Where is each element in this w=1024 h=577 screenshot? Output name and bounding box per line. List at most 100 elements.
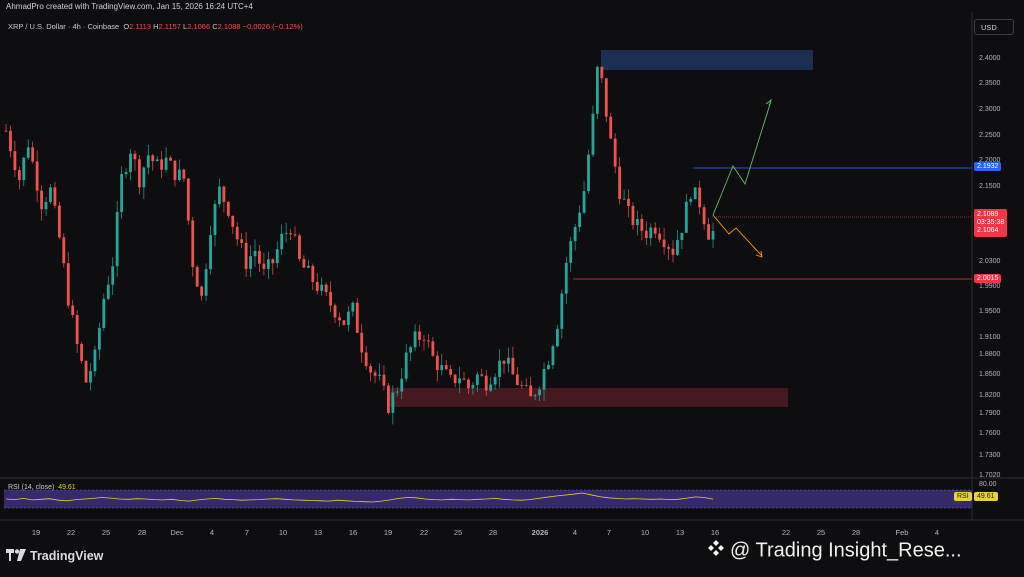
candle-body [435,355,439,371]
rsi-tag-value: 49.61 [974,492,998,501]
candle-body [4,130,8,132]
candle-body [560,293,564,329]
candle-body [658,233,662,240]
candle-body [613,138,617,167]
candle-body [155,159,159,162]
candle-body [653,227,657,234]
candle-body [13,151,17,171]
price-axis-label: 1.7020 [979,472,1001,479]
candle-body [31,147,35,162]
candle-body [120,174,124,212]
candle-body [418,331,421,340]
candle-body [569,241,573,263]
candle-body [515,374,519,386]
candle-body [293,234,297,236]
time-axis-label: 25 [816,528,826,537]
candle-body [62,237,66,264]
candle-body [711,231,715,240]
price-axis-label: 1.9900 [979,283,1001,290]
bar-countdown: 03:35:38 [977,219,1005,226]
candle-body [320,284,324,291]
candle-body [475,374,479,386]
time-axis-label: 13 [675,528,685,537]
candle-body [240,239,244,243]
time-axis-label: Dec [170,528,184,537]
candle-body [520,385,524,386]
candle-body [667,247,670,249]
rsi-axis-top: 80.00 [979,481,997,488]
time-axis-label: 10 [278,528,288,537]
price-axis-label: 1.7900 [979,410,1001,417]
candle-body [693,187,697,200]
candle-body [80,343,83,361]
candle-body [275,249,279,264]
candle-body [129,153,132,173]
candle-body [449,369,453,375]
candle-body [311,265,315,283]
time-axis-label: 4 [572,528,578,537]
candle-body [35,161,39,191]
candle-body [524,385,528,387]
candle-body [391,392,395,413]
price-chart[interactable] [0,0,1024,577]
candle-body [97,327,101,350]
candle-body [209,235,212,270]
candle-body [75,314,79,344]
supply-zone [601,50,813,70]
candle-body [684,201,688,233]
time-axis-label: 19 [383,528,393,537]
candle-body [289,233,292,235]
candle-body [84,360,88,383]
candle-body [182,169,186,179]
candle-body [111,266,115,285]
watermark-handle: @ Trading Insight_Rese... [706,538,962,564]
candle-body [57,205,61,238]
candle-body [53,187,57,206]
candle-body [564,262,568,294]
candle-body [467,379,470,389]
candle-body [409,347,413,353]
candle-body [355,302,359,333]
time-axis-label: 7 [244,528,250,537]
candle-body [480,374,484,376]
candle-body [173,160,177,181]
tag-level-low: 2.0015 [974,274,1002,283]
candle-body [622,198,626,200]
candle-body [400,378,404,392]
candle-body [218,186,221,205]
candle-body [547,365,550,370]
price-axis-label: 1.8800 [979,351,1001,358]
price-axis-label: 1.8200 [979,392,1001,399]
candle-body [106,284,110,299]
candle-body [542,369,546,390]
price-axis-label: 2.3500 [979,80,1001,87]
time-axis-label: 19 [31,528,41,537]
time-axis-label: 4 [934,528,940,537]
candle-body [226,201,230,216]
candle-body [533,395,537,397]
tag-level-high: 2.1932 [974,162,1002,171]
candle-body [133,153,137,160]
time-axis-label: 22 [781,528,791,537]
candle-body [253,250,257,257]
tradingview-logo[interactable]: TradingView [6,549,103,564]
candle-body [66,263,70,306]
candle-body [9,130,12,152]
candle-body [151,155,155,162]
candle-body [235,226,239,240]
price-axis-label: 2.0300 [979,258,1001,265]
price-axis-label: 2.2500 [979,132,1001,139]
candle-body [595,66,599,114]
candle-body [329,292,332,306]
candle-body [195,266,199,287]
candle-body [587,154,590,192]
demand-zone [388,388,788,407]
rsi-legend[interactable]: RSI (14, close) 49.61 [8,484,76,491]
candle-body [702,207,706,225]
candle-body [49,187,52,202]
candle-body [178,169,181,181]
candle-body [395,391,399,393]
candle-body [555,328,559,347]
candle-body [142,167,146,188]
candle-body [378,374,381,376]
